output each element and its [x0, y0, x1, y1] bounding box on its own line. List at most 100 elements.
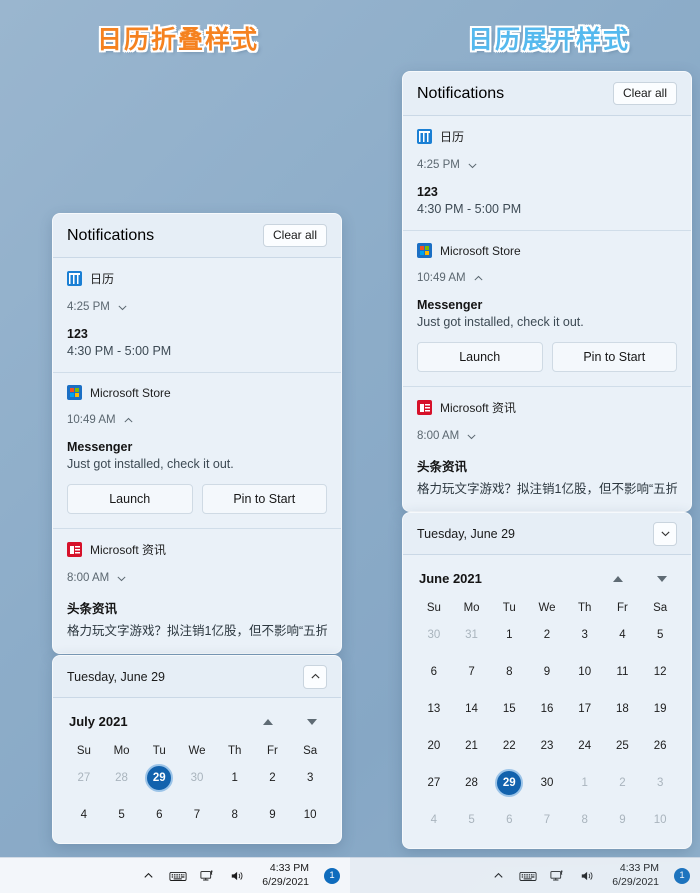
calendar-day[interactable]: 10 [566, 655, 604, 688]
taskbar-clock[interactable]: 4:33 PM 6/29/2021 [608, 862, 659, 888]
calendar-day-selected[interactable]: 29 [140, 761, 178, 794]
calendar-day[interactable]: 28 [103, 761, 141, 794]
calendar-day[interactable]: 4 [604, 618, 642, 651]
calendar-day[interactable]: 7 [178, 798, 216, 831]
chevron-up-icon[interactable] [138, 867, 158, 885]
volume-icon[interactable] [228, 867, 248, 885]
calendar-day[interactable]: 2 [604, 766, 642, 799]
calendar-day[interactable]: 22 [490, 729, 528, 762]
calendar-day[interactable]: 14 [453, 692, 491, 725]
notification-count-badge[interactable]: 1 [324, 867, 340, 884]
calendar-day[interactable]: 6 [140, 798, 178, 831]
calendar-header[interactable]: Tuesday, June 29 [403, 513, 691, 555]
calendar-day[interactable]: 31 [453, 618, 491, 651]
calendar-day[interactable]: 30 [178, 761, 216, 794]
chevron-down-icon[interactable] [466, 431, 477, 442]
notification-item[interactable]: Microsoft Store 10:49 AM Messenger Just … [53, 373, 341, 529]
calendar-next-month-icon[interactable] [307, 718, 317, 725]
calendar-day[interactable]: 30 [415, 618, 453, 651]
calendar-day[interactable]: 8 [566, 803, 604, 836]
calendar-day[interactable]: 9 [254, 798, 292, 831]
launch-button[interactable]: Launch [417, 342, 543, 372]
calendar-day[interactable]: 7 [528, 803, 566, 836]
calendar-day[interactable]: 4 [65, 798, 103, 831]
notification-item[interactable]: Microsoft 资讯 8:00 AM 头条资讯 格力玩文字游戏？拟注销1亿股… [53, 529, 341, 653]
calendar-day[interactable]: 8 [216, 798, 254, 831]
calendar-day[interactable]: 15 [490, 692, 528, 725]
calendar-prev-month-icon[interactable] [613, 575, 623, 582]
calendar-day[interactable]: 16 [528, 692, 566, 725]
chevron-up-icon[interactable] [123, 415, 134, 426]
calendar-next-month-icon[interactable] [657, 575, 667, 582]
calendar-day-selected[interactable]: 29 [490, 766, 528, 799]
chevron-up-icon[interactable] [488, 867, 508, 885]
calendar-day[interactable]: 27 [65, 761, 103, 794]
calendar-day[interactable]: 10 [641, 803, 679, 836]
calendar-day[interactable]: 25 [604, 729, 642, 762]
launch-button[interactable]: Launch [67, 484, 193, 514]
network-icon[interactable] [198, 867, 218, 885]
notification-time-row[interactable]: 8:00 AM [67, 572, 327, 584]
calendar-day[interactable]: 21 [453, 729, 491, 762]
notification-time-row[interactable]: 4:25 PM [417, 159, 677, 171]
calendar-day[interactable]: 26 [641, 729, 679, 762]
calendar-expand-toggle[interactable] [653, 521, 677, 546]
chevron-down-icon[interactable] [117, 302, 128, 313]
calendar-day[interactable]: 2 [528, 618, 566, 651]
keyboard-icon[interactable] [168, 867, 188, 885]
calendar-day[interactable]: 11 [604, 655, 642, 688]
calendar-day[interactable]: 8 [490, 655, 528, 688]
calendar-day[interactable]: 9 [528, 655, 566, 688]
calendar-day[interactable]: 6 [415, 655, 453, 688]
volume-icon[interactable] [578, 867, 598, 885]
calendar-collapse-toggle[interactable] [303, 664, 327, 689]
calendar-day[interactable]: 12 [641, 655, 679, 688]
notification-time-row[interactable]: 10:49 AM [417, 272, 677, 284]
calendar-day[interactable]: 5 [103, 798, 141, 831]
calendar-day[interactable]: 20 [415, 729, 453, 762]
pin-to-start-button[interactable]: Pin to Start [551, 342, 677, 372]
calendar-day[interactable]: 3 [566, 618, 604, 651]
taskbar-clock[interactable]: 4:33 PM 6/29/2021 [258, 862, 309, 888]
calendar-day[interactable]: 9 [604, 803, 642, 836]
keyboard-icon[interactable] [518, 867, 538, 885]
calendar-day[interactable]: 7 [453, 655, 491, 688]
calendar-day[interactable]: 2 [254, 761, 292, 794]
calendar-day[interactable]: 1 [216, 761, 254, 794]
calendar-day[interactable]: 5 [453, 803, 491, 836]
clear-all-button[interactable]: Clear all [612, 81, 677, 106]
calendar-day[interactable]: 23 [528, 729, 566, 762]
calendar-day[interactable]: 3 [641, 766, 679, 799]
calendar-day[interactable]: 17 [566, 692, 604, 725]
notification-time-row[interactable]: 8:00 AM [417, 430, 677, 442]
calendar-day[interactable]: 13 [415, 692, 453, 725]
clear-all-button[interactable]: Clear all [262, 223, 327, 248]
calendar-day[interactable]: 28 [453, 766, 491, 799]
calendar-day[interactable]: 5 [641, 618, 679, 651]
calendar-day[interactable]: 4 [415, 803, 453, 836]
calendar-day[interactable]: 3 [291, 761, 329, 794]
calendar-day[interactable]: 6 [490, 803, 528, 836]
calendar-day[interactable]: 18 [604, 692, 642, 725]
chevron-down-icon[interactable] [116, 573, 127, 584]
pin-to-start-button[interactable]: Pin to Start [201, 484, 327, 514]
calendar-day[interactable]: 27 [415, 766, 453, 799]
notification-time-row[interactable]: 4:25 PM [67, 301, 327, 313]
notification-item[interactable]: 日历 4:25 PM 123 4:30 PM - 5:00 PM [53, 258, 341, 373]
calendar-header[interactable]: Tuesday, June 29 [53, 656, 341, 698]
chevron-up-icon[interactable] [473, 273, 484, 284]
calendar-day[interactable]: 19 [641, 692, 679, 725]
notification-item[interactable]: Microsoft Store 10:49 AM Messenger Just … [403, 231, 691, 387]
calendar-day[interactable]: 10 [291, 798, 329, 831]
notification-time-row[interactable]: 10:49 AM [67, 414, 327, 426]
notification-count-badge[interactable]: 1 [674, 867, 690, 884]
notification-item[interactable]: Microsoft 资讯 8:00 AM 头条资讯 格力玩文字游戏？拟注销1亿股… [403, 387, 691, 511]
notification-item[interactable]: 日历 4:25 PM 123 4:30 PM - 5:00 PM [403, 116, 691, 231]
chevron-down-icon[interactable] [467, 160, 478, 171]
calendar-day[interactable]: 1 [490, 618, 528, 651]
network-icon[interactable] [548, 867, 568, 885]
calendar-day[interactable]: 1 [566, 766, 604, 799]
calendar-day[interactable]: 24 [566, 729, 604, 762]
calendar-day[interactable]: 30 [528, 766, 566, 799]
calendar-prev-month-icon[interactable] [263, 718, 273, 725]
